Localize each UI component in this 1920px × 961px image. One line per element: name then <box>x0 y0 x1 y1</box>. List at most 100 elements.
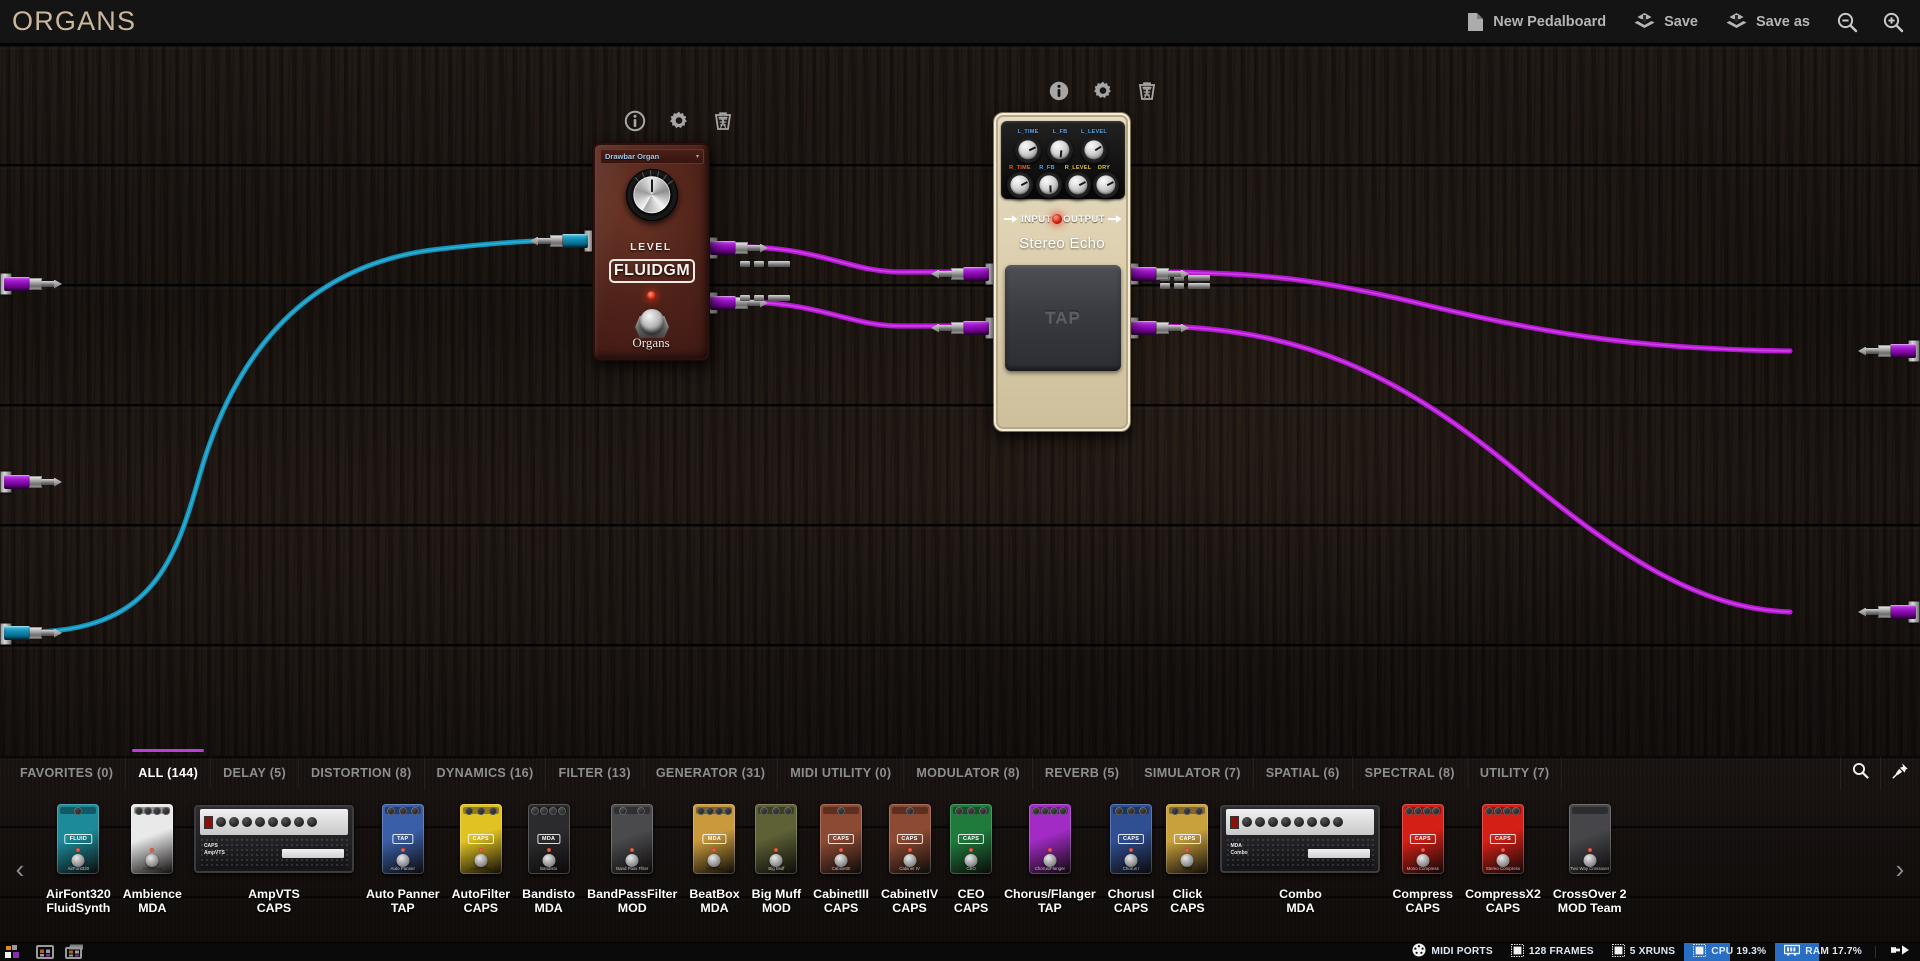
plugin-name: Combo <box>1279 887 1322 901</box>
info-icon[interactable] <box>1048 80 1070 102</box>
echo-knob-dry[interactable] <box>1093 172 1119 198</box>
plugin-item[interactable]: CAPS Chorus I ChorusI CAPS <box>1102 798 1161 915</box>
zoom-in-button[interactable] <box>1870 0 1916 44</box>
status-xruns[interactable]: 5 XRUNS <box>1603 943 1685 961</box>
plugin-item[interactable]: CAPS Auto Filter AutoFilter CAPS <box>446 798 517 915</box>
status-plug-button[interactable] <box>1880 943 1920 961</box>
tab-spatial[interactable]: SPATIAL (6) <box>1254 756 1353 790</box>
fluidgm-out-1-jack[interactable] <box>710 240 768 256</box>
plugin-item[interactable]: Big Muff Big Muff MOD <box>746 798 808 915</box>
trash-icon[interactable] <box>1136 80 1158 102</box>
tab-favorites[interactable]: FAVORITES (0) <box>8 756 127 790</box>
status-ram[interactable]: RAM 17.7% <box>1775 942 1871 961</box>
stompbox-thumbnail: CAPS Mono Compress <box>1401 804 1444 874</box>
banks-icon[interactable] <box>60 943 90 961</box>
status-frames[interactable]: 128 FRAMES <box>1502 943 1603 961</box>
fluidgm-in-jack[interactable] <box>530 233 588 249</box>
echo-output-row: OUTPUT <box>1063 214 1122 225</box>
plugin-item[interactable]: MDA Bandisto Bandisto MDA <box>516 798 581 915</box>
tab-dynamics[interactable]: DYNAMICS (16) <box>425 756 547 790</box>
status-label: 5 XRUNS <box>1629 946 1676 957</box>
plugin-brand: MOD <box>617 901 647 915</box>
echo-knob-l-time[interactable] <box>1015 137 1041 163</box>
tab-all[interactable]: ALL (144) <box>126 749 212 790</box>
info-icon[interactable] <box>624 110 646 132</box>
new-pedalboard-button[interactable]: New Pedalboard <box>1453 0 1620 44</box>
echo-knob-r-time[interactable] <box>1007 172 1033 198</box>
plugin-item[interactable]: Ambience Ambience MDA <box>117 798 188 915</box>
plugin-item[interactable]: TAP Auto Panner Auto Panner TAP <box>360 798 446 915</box>
pedalboard-canvas[interactable]: Drawbar Organ ▾ LEVEL FLUIDGM Organs L_T… <box>0 44 1920 756</box>
tab-midi-utility[interactable]: MIDI UTILITY (0) <box>778 756 905 790</box>
search-button[interactable] <box>1840 756 1880 790</box>
tab-simulator[interactable]: SIMULATOR (7) <box>1132 756 1254 790</box>
echo-in-2-jack[interactable] <box>931 320 989 336</box>
plugin-item[interactable]: CAPS Cabinet IV CabinetIV CAPS <box>875 798 944 915</box>
tab-utility[interactable]: UTILITY (7) <box>1468 756 1563 790</box>
tab-reverb[interactable]: REVERB (5) <box>1033 756 1133 790</box>
hw-midi-in-jack[interactable] <box>4 625 62 641</box>
plugin-item[interactable]: Two Way Crossover CrossOver 2 MOD Team <box>1547 798 1633 915</box>
hw-audio-in-2-jack[interactable] <box>4 474 62 490</box>
tab-generator[interactable]: GENERATOR (31) <box>644 756 779 790</box>
pin-button[interactable] <box>1880 756 1920 790</box>
plugin-strip: ‹ FLUID AirFont320 AirFont320 FluidSynth Amb… <box>0 790 1920 940</box>
plugins-next-arrow[interactable]: › <box>1880 798 1920 940</box>
save-as-button[interactable]: Save as <box>1712 0 1824 44</box>
status-cpu[interactable]: CPU 19.3% <box>1684 942 1775 961</box>
trash-icon[interactable] <box>712 110 734 132</box>
fluidgm-level-knob[interactable] <box>626 169 678 221</box>
plugin-item[interactable]: CAPS CEO CEO CAPS <box>944 798 998 915</box>
plugin-item[interactable]: Band Pass Filter BandPassFilter MOD <box>581 798 683 915</box>
status-midi[interactable]: MIDI PORTS <box>1403 943 1501 961</box>
plugin-item[interactable]: CAPS Click Click CAPS <box>1160 798 1214 915</box>
hw-audio-in-1-jack[interactable] <box>4 276 62 292</box>
zoom-out-button[interactable] <box>1824 0 1870 44</box>
pedal-stereo-echo[interactable]: L_TIME L_FB L_LEVEL R_TIME R_FB R_LEVEL <box>993 112 1131 432</box>
echo-knob-r-level[interactable] <box>1065 172 1091 198</box>
gear-icon[interactable] <box>668 110 690 132</box>
plugin-item[interactable]: FLUID AirFont320 AirFont320 FluidSynth <box>40 798 117 915</box>
cable-audio-4 <box>1142 323 1793 615</box>
tab-delay[interactable]: DELAY (5) <box>211 756 299 790</box>
plugin-item[interactable]: MDA Combo Combo MDA <box>1214 798 1386 915</box>
plugin-item[interactable]: CAPS Mono Compress Compress CAPS <box>1386 798 1459 915</box>
pedalboards-icon[interactable] <box>30 943 60 961</box>
echo-knob-r-fb[interactable] <box>1036 172 1062 198</box>
plugin-item[interactable]: MDA BeatBox BeatBox MDA <box>683 798 745 915</box>
plugins-prev-arrow[interactable]: ‹ <box>0 798 40 940</box>
tab-spectral[interactable]: SPECTRAL (8) <box>1353 756 1468 790</box>
cpu-icon <box>1693 943 1707 960</box>
plugin-brand: CAPS <box>1170 901 1205 915</box>
echo-in-1-jack[interactable] <box>931 266 989 282</box>
echo-out-1-jack[interactable] <box>1131 266 1189 282</box>
plugin-name: BeatBox <box>689 887 740 901</box>
tab-modulator[interactable]: MODULATOR (8) <box>904 756 1033 790</box>
tab-distortion[interactable]: DISTORTION (8) <box>299 756 425 790</box>
fluidgm-preset-select[interactable]: Drawbar Organ ▾ <box>600 149 704 164</box>
plugin-item[interactable]: CAPS Stereo Compress CompressX2 CAPS <box>1459 798 1547 915</box>
plugin-brand: CAPS <box>463 901 499 915</box>
plugin-name: Big Muff <box>751 887 802 901</box>
plugin-item[interactable]: CAPS CabinetIII CabinetIII CAPS <box>807 798 875 915</box>
mod-logo-icon[interactable] <box>0 943 30 961</box>
stompbox-thumbnail: Big Muff <box>755 804 798 874</box>
gear-icon[interactable] <box>1092 80 1114 102</box>
pedal-fluidgm[interactable]: Drawbar Organ ▾ LEVEL FLUIDGM Organs <box>592 142 710 361</box>
echo-knob-l-level[interactable] <box>1081 137 1107 163</box>
echo-out-2-jack[interactable] <box>1131 320 1189 336</box>
plugin-name: Bandisto <box>522 887 576 901</box>
plugin-item[interactable]: Chorus/Flanger Chorus/Flanger TAP <box>998 798 1102 915</box>
plugin-item[interactable]: CAPS AmpVTS AmpVTS CAPS <box>188 798 360 915</box>
stompbox-thumbnail: TAP Auto Panner <box>381 804 424 874</box>
echo-knob-l-fb[interactable] <box>1047 137 1073 163</box>
echo-name-label: Stereo Echo <box>1019 235 1105 252</box>
tab-filter[interactable]: FILTER (13) <box>546 756 644 790</box>
knob-label-dry: DRY <box>1097 165 1111 171</box>
echo-footswitch[interactable]: TAP <box>1005 265 1121 371</box>
plugin-name: BandPassFilter <box>587 887 678 901</box>
ministub-2 <box>740 294 792 302</box>
hw-audio-out-1-jack[interactable] <box>1858 343 1916 359</box>
hw-audio-out-2-jack[interactable] <box>1858 604 1916 620</box>
save-button[interactable]: Save <box>1620 0 1712 44</box>
